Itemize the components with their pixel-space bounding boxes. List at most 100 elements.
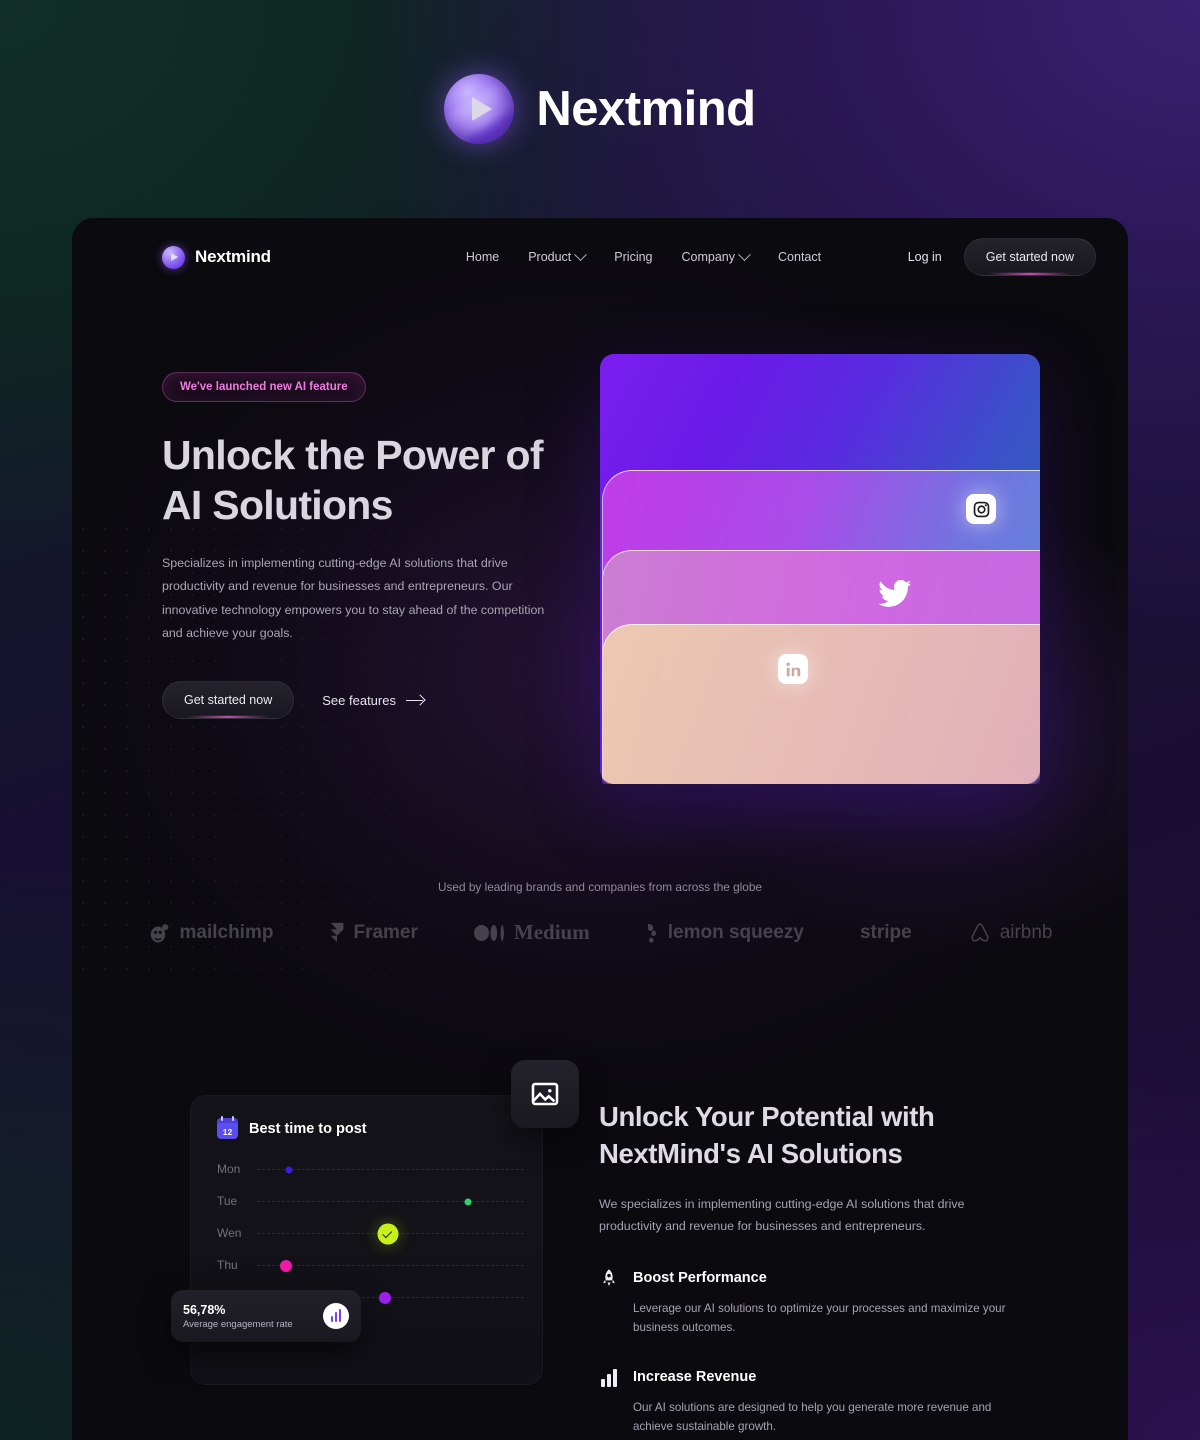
card-header: 12 Best time to post (191, 1096, 542, 1139)
feature-title: Boost Performance (633, 1269, 767, 1286)
see-features-label: See features (322, 692, 396, 708)
navbar-brand[interactable]: Nextmind (162, 245, 271, 269)
brand-label-medium: Medium (513, 920, 590, 944)
hero-announcement-badge[interactable]: We've launched new AI feature (162, 372, 366, 402)
navbar-get-started-button[interactable]: Get started now (963, 238, 1096, 276)
brand-logo-mailchimp: mailchimp (147, 921, 273, 945)
nextmind-logo-icon (444, 74, 515, 144)
engagement-stat-text: 56,78% Average engagement rate (183, 1303, 293, 1330)
features-title: Unlock Your Potential with NextMind's AI… (599, 1099, 1056, 1172)
site-navbar: Nextmind Home Product Pricing Company Co… (72, 218, 1128, 296)
feature-header: Boost Performance (599, 1268, 1056, 1288)
nav-item-company-label: Company (681, 250, 736, 264)
nav-item-pricing[interactable]: Pricing (614, 250, 652, 264)
nav-item-contact[interactable]: Contact (778, 250, 821, 264)
chart-track-thu (257, 1259, 524, 1272)
brand-label-lemon-squeezy: lemon squeezy (667, 921, 804, 943)
rocket-icon (599, 1268, 619, 1288)
feature-body: Our AI solutions are designed to help yo… (633, 1400, 992, 1433)
feature-header: Increase Revenue (599, 1367, 1056, 1387)
bar-chart-icon-round (323, 1303, 349, 1329)
chevron-down-icon (574, 247, 588, 261)
chart-row-tue: Tue (217, 1185, 524, 1217)
features-title-line-1: Unlock Your Potential with (599, 1101, 935, 1132)
navbar-actions: Log in Get started now (908, 238, 1096, 276)
brands-section: Used by leading brands and companies fro… (72, 880, 1128, 945)
page-wordmark: Nextmind (0, 74, 1200, 144)
nav-item-product[interactable]: Product (528, 247, 588, 264)
brand-logo-lemon-squeezy: lemon squeezy (646, 922, 804, 944)
hero-title: Unlock the Power of AI Solutions (162, 430, 562, 530)
mailchimp-icon (151, 923, 169, 942)
login-link[interactable]: Log in (908, 250, 942, 264)
brand-logo-medium: Medium (473, 920, 590, 945)
chart-point-fri[interactable] (379, 1291, 392, 1304)
twitter-icon (878, 580, 912, 608)
see-features-link[interactable]: See features (322, 693, 424, 708)
features-title-line-2: NextMind's AI Solutions (599, 1137, 903, 1169)
nextmind-logo-icon-small (162, 245, 185, 269)
chart-label-wen: Wen (217, 1226, 242, 1240)
chevron-down-icon (738, 247, 751, 261)
linkedin-icon (778, 654, 808, 684)
hero-visual (600, 354, 1040, 784)
hero-title-line-1: Unlock the Power of (162, 432, 544, 478)
airbnb-icon (970, 922, 989, 942)
feature-title: Increase Revenue (633, 1368, 757, 1385)
hero-copy: We've launched new AI feature Unlock the… (162, 354, 562, 784)
nav-item-home-label: Home (465, 250, 500, 264)
navbar-brand-label: Nextmind (195, 247, 271, 266)
nav-item-company[interactable]: Company (681, 247, 751, 264)
arrow-right-icon (405, 695, 424, 705)
chart-track-tue (257, 1198, 524, 1205)
chart-point-wen-selected[interactable] (377, 1223, 399, 1244)
medium-icon (473, 924, 504, 941)
chart-label-thu: Thu (217, 1258, 238, 1272)
engagement-stat-chip: 56,78% Average engagement rate (171, 1290, 361, 1342)
features-copy: Unlock Your Potential with NextMind's AI… (599, 1095, 1056, 1436)
brand-label-framer: Framer (353, 921, 418, 943)
brand-logo-airbnb: airbnb (968, 921, 1053, 945)
features-description: We specializes in implementing cutting-e… (599, 1197, 965, 1233)
calendar-icon: 12 (217, 1116, 238, 1139)
nav-item-home[interactable]: Home (466, 250, 499, 264)
best-time-to-post-card: 12 Best time to post Mon Tue Wen Thu 56,… (171, 1060, 579, 1385)
nav-item-contact-label: Contact (778, 250, 822, 264)
brand-label-mailchimp: mailchimp (179, 921, 274, 943)
hero-section: We've launched new AI feature Unlock the… (72, 296, 1128, 784)
brand-logos-row: mailchimp Framer Medium lemon squeezy st… (72, 920, 1128, 945)
framer-icon (331, 922, 344, 942)
feature-body: Leverage our AI solutions to optimize yo… (633, 1301, 1006, 1334)
feature-item-boost-performance: Boost Performance Leverage our AI soluti… (599, 1268, 1056, 1337)
navbar-links: Home Product Pricing Company Contact (466, 247, 821, 264)
brand-logo-framer: Framer (329, 921, 418, 944)
engagement-stat-label: Average engagement rate (183, 1318, 293, 1330)
chart-label-tue: Tue (217, 1194, 238, 1208)
brand-label-airbnb: airbnb (999, 921, 1053, 943)
brands-label: Used by leading brands and companies fro… (438, 880, 762, 894)
hero-title-line-2: AI Solutions (162, 482, 393, 529)
hero-get-started-button[interactable]: Get started now (162, 681, 295, 720)
chart-track-mon (257, 1166, 524, 1173)
features-section: 12 Best time to post Mon Tue Wen Thu 56,… (72, 1060, 1128, 1436)
engagement-stat-value: 56,78% (183, 1302, 226, 1317)
lemon-squeezy-icon (647, 923, 656, 943)
chart-row-mon: Mon (217, 1153, 524, 1185)
feature-item-increase-revenue: Increase Revenue Our AI solutions are de… (599, 1367, 1056, 1436)
nav-item-pricing-label: Pricing (614, 250, 653, 264)
chart-row-thu: Thu (217, 1249, 524, 1281)
chart-track-wen (257, 1223, 524, 1244)
chart-point-thu[interactable] (280, 1259, 293, 1272)
chart-point-mon[interactable] (285, 1166, 293, 1173)
image-placeholder-chip[interactable] (511, 1060, 579, 1128)
chart-row-wen: Wen (217, 1217, 524, 1249)
hero-cta-group: Get started now See features (162, 681, 562, 720)
chart-point-tue[interactable] (464, 1198, 472, 1205)
bar-chart-icon (599, 1367, 619, 1387)
chart-label-mon: Mon (217, 1162, 241, 1176)
website-preview-panel: Nextmind Home Product Pricing Company Co… (72, 218, 1128, 1440)
nav-item-product-label: Product (528, 250, 572, 264)
instagram-icon (966, 494, 996, 524)
calendar-day-number: 12 (222, 1127, 233, 1137)
card-title: Best time to post (249, 1120, 367, 1137)
